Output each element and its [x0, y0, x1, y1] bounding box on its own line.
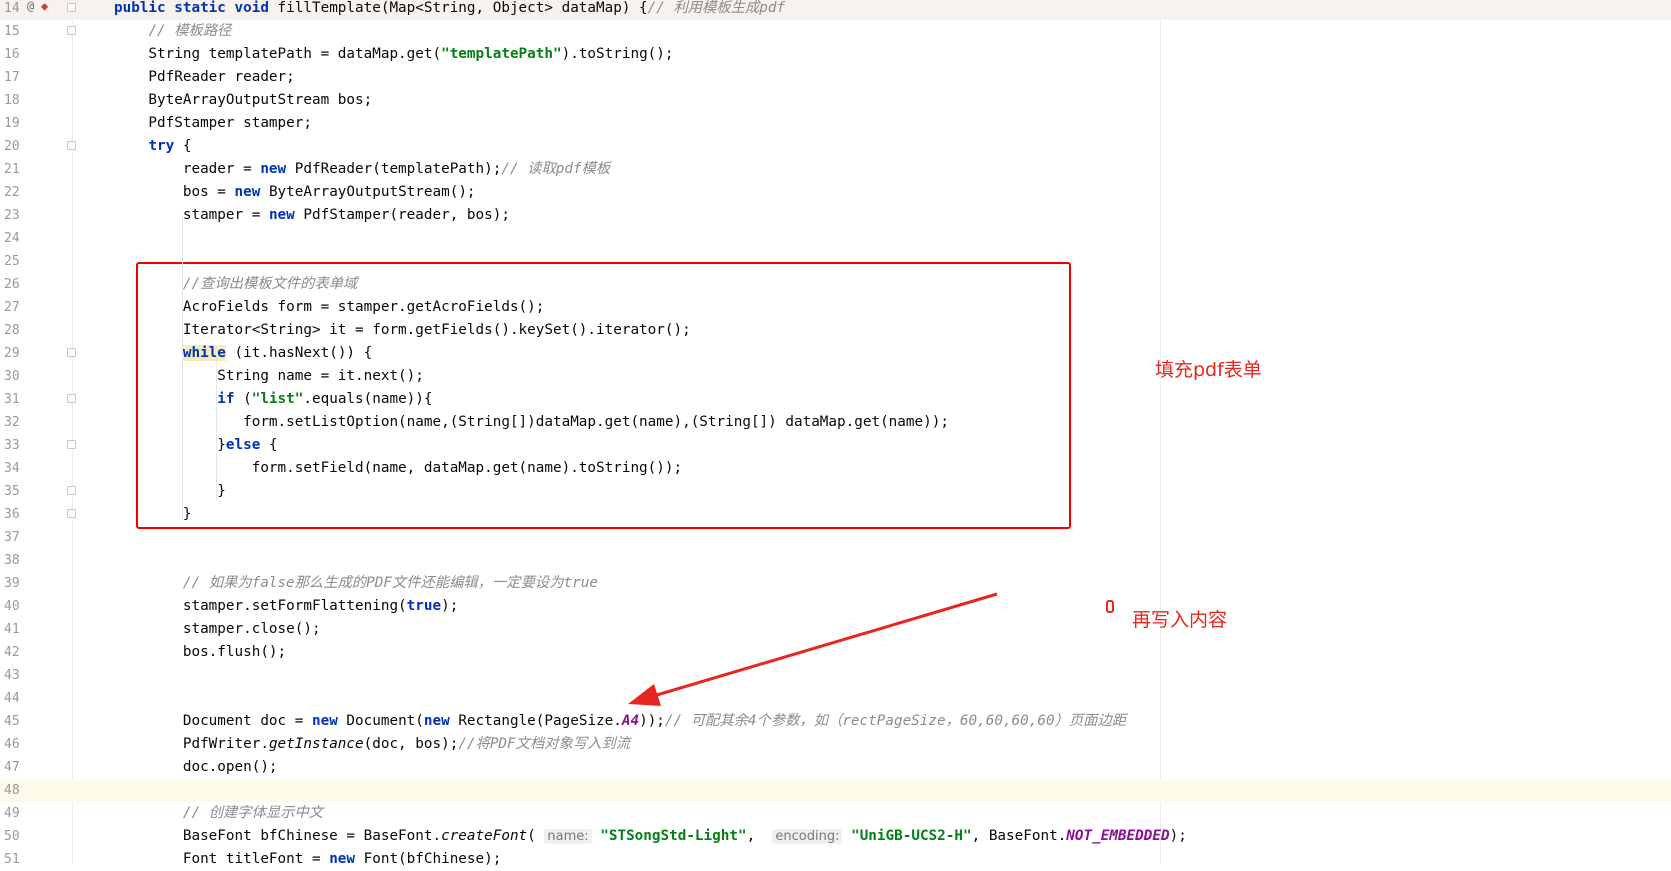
indent-guide	[216, 420, 217, 460]
at-sign-icon[interactable]: @	[27, 0, 34, 12]
annotation-arrow	[628, 592, 998, 706]
arrow-head	[628, 684, 661, 706]
breakpoint-icon[interactable]: ◆	[41, 0, 48, 12]
arrow-shaft	[649, 592, 998, 699]
indent-guide	[182, 215, 183, 520]
